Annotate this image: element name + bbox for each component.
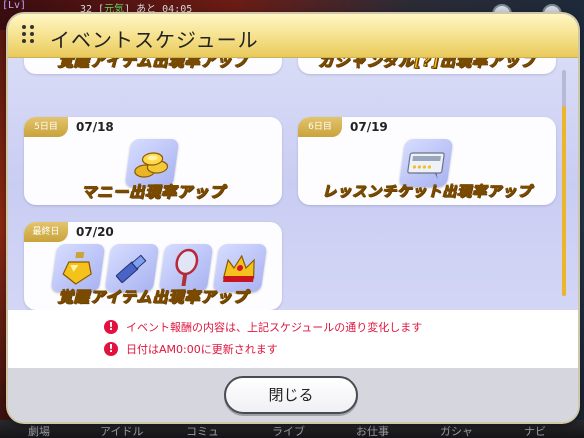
notice-text: イベント報酬の内容は、上記スケジュールの通り変化します [126, 321, 423, 334]
card-effect-text: マニー出現率アップ [80, 183, 225, 202]
day-badge: 最終日 [24, 222, 68, 242]
schedule-list[interactable]: 覚醒アイテム出現率アップ ガシャンダル[?]出現率アップ 5日目 07/18 マ… [8, 58, 578, 310]
card-date: 07/19 [350, 120, 388, 134]
nav-tab-navi[interactable]: ナビ [524, 423, 546, 438]
day-badge: 5日目 [24, 117, 68, 137]
schedule-card-day6: 6日目 07/19 レッスンチケット出現率アップ [298, 117, 556, 205]
close-button[interactable]: 閉じる [224, 376, 358, 414]
schedule-card-day5: 5日目 07/18 マニー出現率アップ [24, 117, 282, 205]
schedule-card-final: 最終日 07/20 覚醒アイテム出現率アップ [24, 222, 282, 310]
nav-tab-work[interactable]: お仕事 [356, 423, 389, 438]
perfume-icon [50, 244, 106, 292]
lipstick-icon [104, 244, 160, 292]
notice-row: ! 日付はAM0:00に更新されます [104, 340, 278, 358]
stamina-status: 32 [元気] あと 04:05 [80, 4, 193, 15]
event-schedule-dialog: イベントスケジュール 覚醒アイテム出現率アップ ガシャンダル[?]出現率アップ … [8, 14, 578, 422]
crown-icon [212, 244, 268, 292]
lesson-ticket-icon [398, 139, 454, 187]
card-date: 07/20 [76, 225, 114, 239]
nav-tab-idol[interactable]: アイドル [100, 423, 143, 438]
notice-area: ! イベント報酬の内容は、上記スケジュールの通り変化します ! 日付はAM0:0… [8, 310, 578, 368]
nav-tab-commu[interactable]: コミュ [186, 423, 219, 438]
money-coins-icon [124, 139, 180, 187]
alert-icon: ! [104, 342, 118, 356]
scrollbar-thumb[interactable] [562, 106, 566, 296]
alert-icon: ! [104, 320, 118, 334]
card-effect-text: ガシャンダル[?]出現率アップ [318, 58, 536, 71]
day-badge: 6日目 [298, 117, 342, 137]
card-effect-text: 覚醒アイテム出現率アップ [57, 288, 249, 307]
dialog-footer: 閉じる [8, 368, 578, 422]
card-date: 07/18 [76, 120, 114, 134]
dialog-header: イベントスケジュール [8, 14, 578, 58]
nav-tab-gacha[interactable]: ガシャ [440, 423, 473, 438]
notice-text: 日付はAM0:00に更新されます [126, 343, 278, 356]
notice-row: ! イベント報酬の内容は、上記スケジュールの通り変化します [104, 318, 422, 336]
nav-tab-theater[interactable]: 劇場 [28, 423, 50, 438]
level-label: [Lv] [2, 0, 27, 11]
drag-handle-icon[interactable] [22, 25, 36, 47]
card-effect-text: 覚醒アイテム出現率アップ [57, 58, 249, 71]
schedule-card-partial-left: 覚醒アイテム出現率アップ [24, 58, 282, 74]
nav-tab-live[interactable]: ライブ [272, 423, 305, 438]
schedule-card-partial-right: ガシャンダル[?]出現率アップ [298, 58, 556, 74]
hand-mirror-icon [158, 244, 214, 292]
dialog-title: イベントスケジュール [50, 28, 259, 52]
card-effect-text: レッスンチケット出現率アップ [322, 184, 532, 201]
